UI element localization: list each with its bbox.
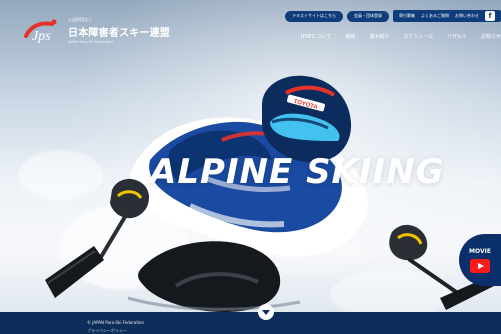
top-links: テキストサイトはこちら 会員・団体登録 寄付募集 よくあるご質問 お問い合わせ … [285, 10, 501, 22]
nav-item-about[interactable]: JPSFについて [301, 33, 331, 40]
nav-item-news[interactable]: お知らせ [481, 33, 501, 40]
nav-item-schedule[interactable]: スケジュール [403, 33, 433, 40]
logo-small-text: 公益財団法人 [68, 16, 92, 22]
main-navigation: JPSFについて 競技 選手紹介 スケジュール リザルト お知らせ [301, 33, 501, 40]
footer [0, 312, 501, 334]
footer-privacy-link[interactable]: プライバシーポリシー [87, 328, 127, 334]
text-site-link[interactable]: テキストサイトはこちら [285, 10, 343, 22]
facebook-icon[interactable]: f [485, 11, 495, 21]
logo-text: 公益財団法人 日本障害者スキー連盟 JAPAN Para-Ski Federat… [68, 17, 170, 44]
nav-item-athletes[interactable]: 選手紹介 [369, 33, 389, 40]
site-logo[interactable]: Jps 公益財団法人 日本障害者スキー連盟 JAPAN Para-Ski Fed… [20, 16, 170, 44]
logo-mark: Jps [20, 16, 62, 44]
faq-link[interactable]: よくあるご質問 [421, 13, 449, 19]
logo-main-text: 日本障害者スキー連盟 [68, 27, 170, 39]
site-header: Jps 公益財団法人 日本障害者スキー連盟 JAPAN Para-Ski Fed… [0, 0, 501, 54]
donation-link[interactable]: 寄付募集 [399, 13, 415, 19]
logo-initials: Jps [32, 29, 51, 44]
movie-label: MOVIE [469, 247, 491, 255]
logo-icon: Jps [24, 19, 57, 44]
footer-copyright: © JAPAN Para-Ski Federation [87, 320, 145, 325]
page: TOYOTA Jps 公益財団法人 日本障害者スキー連盟 JAPAN Para-… [0, 0, 501, 334]
member-registration-link[interactable]: 会員・団体登録 [347, 10, 389, 22]
scroll-down-button[interactable] [258, 304, 274, 320]
hero-title: ALPINE SKIING [150, 152, 445, 192]
nav-item-competition[interactable]: 競技 [345, 33, 355, 40]
nav-item-results[interactable]: リザルト [447, 33, 467, 40]
logo-english-text: JAPAN Para-Ski Federation [68, 39, 114, 44]
contact-link[interactable]: お問い合わせ [455, 13, 479, 19]
chevron-down-icon [262, 309, 270, 315]
utility-bar: 寄付募集 よくあるご質問 お問い合わせ f [393, 10, 501, 22]
play-icon [470, 258, 490, 273]
